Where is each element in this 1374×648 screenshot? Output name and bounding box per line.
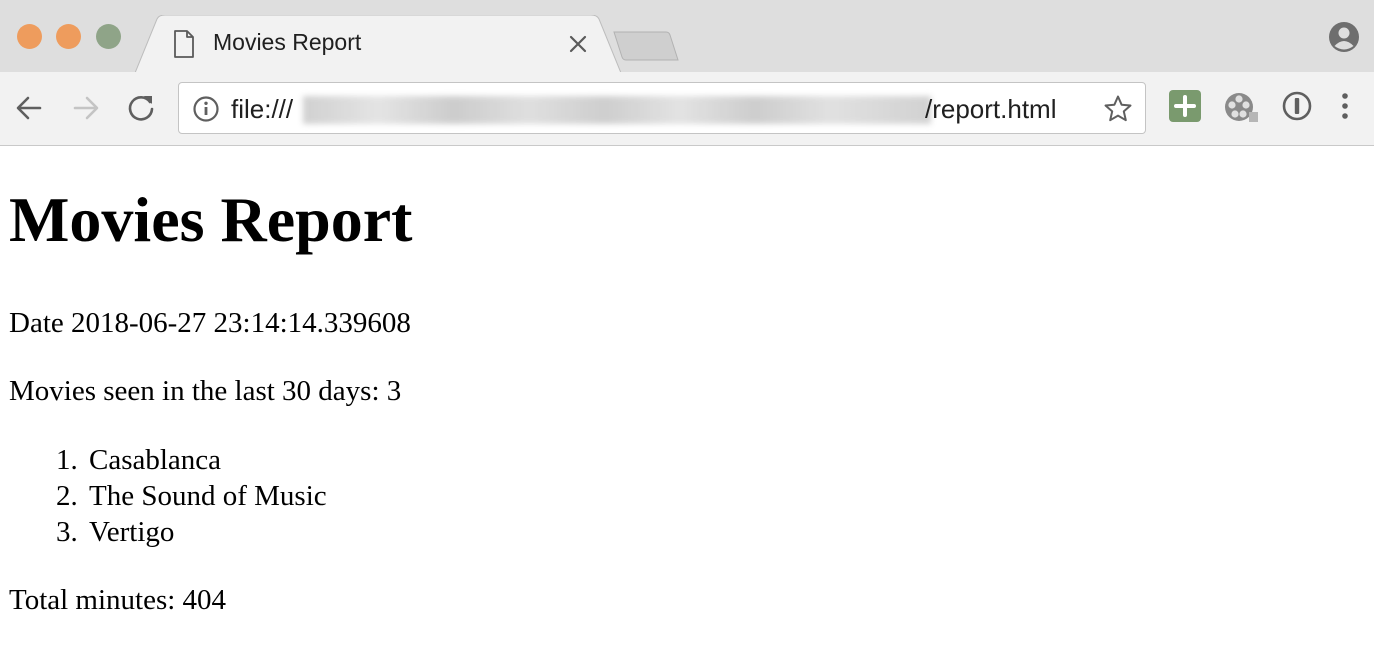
movie-count: Movies seen in the last 30 days: 3 [9, 375, 402, 407]
back-arrow-icon[interactable] [13, 92, 45, 124]
reload-icon[interactable] [125, 92, 157, 124]
list-number: 1. [56, 444, 78, 476]
window-maximize-button[interactable] [96, 24, 121, 49]
profile-icon[interactable] [1327, 20, 1361, 59]
total-minutes: Total minutes: 404 [9, 584, 227, 616]
address-bar[interactable]: file:/// /report.html [178, 82, 1146, 134]
url-suffix: /report.html [925, 94, 1057, 124]
page-content: Movies Report Date 2018-06-27 23:14:14.3… [0, 146, 1374, 648]
movie-title: Vertigo [89, 516, 175, 548]
forward-arrow-icon[interactable] [70, 92, 102, 124]
movie-title: Casablanca [89, 444, 222, 476]
window-close-button[interactable] [17, 24, 42, 49]
more-vertical-icon[interactable] [1333, 90, 1357, 127]
tab-movies-report[interactable]: Movies Report [135, 15, 621, 73]
report-date: Date 2018-06-27 23:14:14.339608 [9, 307, 411, 339]
tab-title: Movies Report [213, 29, 362, 55]
close-icon[interactable] [567, 33, 589, 55]
url-prefix: file:/// [231, 94, 294, 124]
tab-background [135, 15, 621, 73]
list-number: 3. [56, 516, 78, 548]
window-minimize-button[interactable] [56, 24, 81, 49]
info-icon[interactable] [192, 95, 220, 128]
plus-extension-icon[interactable] [1169, 90, 1201, 127]
movie-title: The Sound of Music [89, 480, 327, 512]
password-manager-icon[interactable] [1281, 90, 1313, 127]
document-icon [173, 30, 195, 63]
star-icon[interactable] [1103, 94, 1133, 129]
browser-tab-strip: Movies Report [0, 0, 1374, 73]
film-reel-extension-icon[interactable] [1223, 90, 1259, 129]
url-redacted-path [303, 96, 931, 124]
page-title: Movies Report [9, 184, 413, 255]
browser-toolbar: file:/// /report.html [0, 72, 1374, 146]
list-number: 2. [56, 480, 78, 512]
new-tab-button[interactable] [612, 30, 680, 67]
